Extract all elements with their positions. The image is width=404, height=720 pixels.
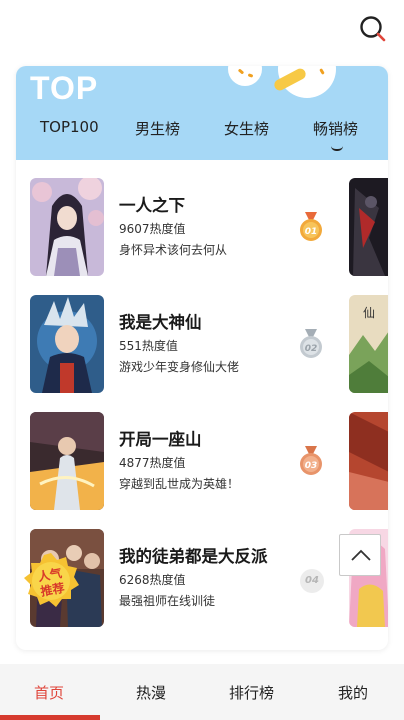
comic-title: 一人之下	[119, 196, 185, 215]
nav-ranking[interactable]: 排行榜	[229, 682, 274, 703]
ranking-item[interactable]: 我是大神仙 551热度值 游戏少年变身修仙大佬 02 仙	[16, 295, 388, 395]
rank-number: 04	[300, 569, 324, 593]
comic-description: 最强祖师在线训徒	[119, 594, 216, 608]
comic-title: 开局一座山	[119, 430, 202, 449]
comic-cover[interactable]	[30, 295, 104, 393]
heat-value: 6268热度值	[119, 573, 186, 587]
svg-text:仙: 仙	[363, 306, 375, 320]
svg-text:02: 02	[305, 344, 318, 354]
search-button[interactable]	[358, 14, 388, 44]
svg-text:01: 01	[305, 227, 318, 237]
search-icon	[360, 16, 386, 42]
nav-hot-comics[interactable]: 热漫	[136, 682, 166, 703]
ranking-item[interactable]: 开局一座山 4877热度值 穿越到乱世成为英雄！ 03	[16, 412, 388, 512]
nav-home[interactable]: 首页	[34, 682, 64, 703]
heat-value: 9607热度值	[119, 222, 186, 236]
tab-bestseller[interactable]: 畅销榜	[313, 118, 358, 139]
decoration-circle	[228, 66, 262, 86]
comic-description: 游戏少年变身修仙大佬	[119, 360, 240, 374]
comic-title: 我的徒弟都是大反派	[119, 547, 268, 566]
comic-title: 我是大神仙	[119, 313, 202, 332]
ranking-title: TOP	[30, 70, 99, 106]
tab-male[interactable]: 男生榜	[135, 118, 180, 139]
ranking-tabs: TOP100 男生榜 女生榜 畅销榜	[16, 118, 388, 148]
silver-medal-icon: 02	[300, 329, 322, 358]
ranking-header: TOP TOP100 男生榜 女生榜 畅销榜	[16, 66, 388, 160]
gold-medal-icon: 01	[300, 212, 322, 241]
chevron-up-icon	[351, 549, 371, 561]
comic-description: 身怀异术该何去何从	[119, 243, 228, 257]
tab-indicator	[331, 146, 343, 151]
next-comic-cover[interactable]: 仙	[349, 295, 388, 393]
next-comic-cover[interactable]	[349, 412, 388, 510]
bronze-medal-icon: 03	[300, 446, 322, 475]
tab-female[interactable]: 女生榜	[224, 118, 269, 139]
heat-value: 4877热度值	[119, 456, 186, 470]
back-to-top-button[interactable]	[339, 534, 381, 576]
ranking-item[interactable]: 一人之下 9607热度值 身怀异术该何去何从 01	[16, 178, 388, 278]
comic-description: 穿越到乱世成为英雄！	[119, 477, 240, 491]
bottom-navigation: 首页 热漫 排行榜 我的	[0, 664, 404, 720]
active-nav-indicator	[0, 715, 100, 720]
tab-top100[interactable]: TOP100	[40, 118, 99, 136]
heat-value: 551热度值	[119, 339, 178, 353]
comic-cover[interactable]	[30, 178, 104, 276]
nav-profile[interactable]: 我的	[338, 682, 368, 703]
popular-recommend-badge: 人气 推荐	[24, 553, 79, 607]
next-comic-cover[interactable]	[349, 178, 388, 276]
comic-cover[interactable]	[30, 412, 104, 510]
svg-text:03: 03	[305, 461, 318, 471]
